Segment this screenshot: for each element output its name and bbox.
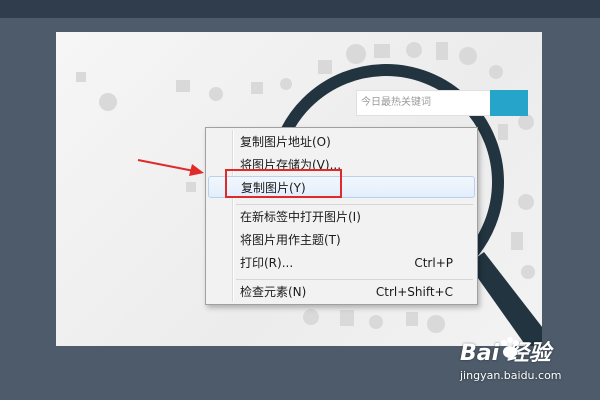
menu-item-label: 打印(R)... bbox=[240, 256, 294, 270]
red-arrow-icon bbox=[137, 159, 204, 176]
context-menu: 复制图片地址(O) 将图片存储为(V)... 复制图片(Y) 在新标签中打开图片… bbox=[205, 127, 478, 305]
watermark-url: jingyan.baidu.com bbox=[460, 369, 562, 382]
menu-item-shortcut: Ctrl+Shift+C bbox=[375, 285, 453, 299]
watermark-logo: Bai 经验 bbox=[460, 341, 551, 366]
highlight-box bbox=[225, 169, 342, 198]
menu-separator bbox=[236, 279, 473, 280]
menu-item-label: 在新标签中打开图片(I) bbox=[240, 210, 361, 224]
search-button[interactable] bbox=[490, 90, 528, 116]
menu-item-shortcut: Ctrl+P bbox=[414, 256, 453, 270]
menu-item-open-image-in-new-tab[interactable]: 在新标签中打开图片(I) bbox=[208, 206, 475, 228]
menu-item-copy-image-address[interactable]: 复制图片地址(O) bbox=[208, 131, 475, 153]
menu-separator bbox=[236, 204, 473, 205]
menu-item-label: 复制图片地址(O) bbox=[240, 135, 331, 149]
menu-item-label: 检查元素(N) bbox=[240, 285, 307, 299]
menu-item-use-image-as-theme[interactable]: 将图片用作主题(T) bbox=[208, 229, 475, 251]
menu-item-label: 将图片用作主题(T) bbox=[240, 233, 341, 247]
baidu-paw-icon bbox=[501, 337, 519, 358]
search-input[interactable]: 今日最热关键词 bbox=[356, 90, 492, 116]
top-bar bbox=[0, 0, 600, 18]
menu-item-inspect-element[interactable]: 检查元素(N) Ctrl+Shift+C bbox=[208, 281, 475, 303]
menu-item-print[interactable]: 打印(R)... Ctrl+P bbox=[208, 252, 475, 274]
